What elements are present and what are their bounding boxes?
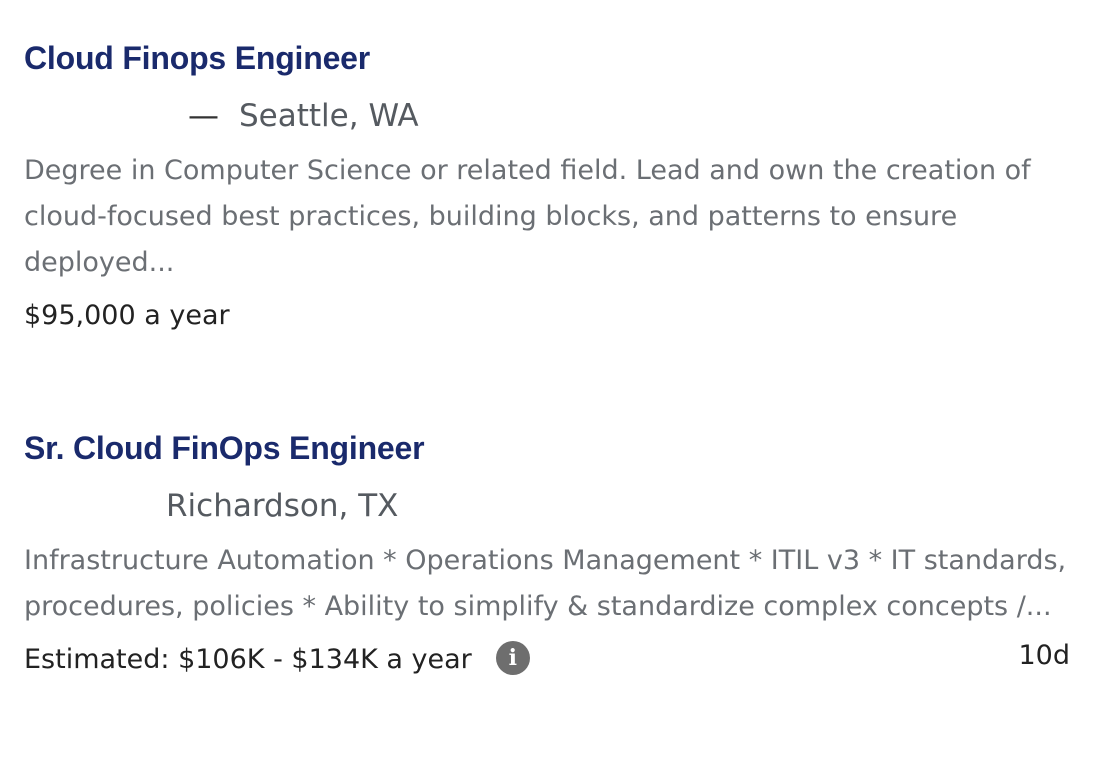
job-snippet: Degree in Computer Science or related fi… xyxy=(24,155,1031,278)
info-icon[interactable]: i xyxy=(495,640,530,675)
location-separator: — xyxy=(188,98,219,134)
job-title-link[interactable]: Cloud Finops Engineer xyxy=(24,36,1084,80)
job-salary: $95,000 a year xyxy=(24,300,230,331)
job-snippet: Infrastructure Automation * Operations M… xyxy=(24,545,1067,622)
job-location-row: Richardson, TX xyxy=(24,484,1084,528)
job-location-row: — Seattle, WA xyxy=(24,94,1084,138)
posted-age: 10d xyxy=(1018,640,1071,671)
job-title-link[interactable]: Sr. Cloud FinOps Engineer xyxy=(24,426,1084,470)
salary-row: $95,000 a year xyxy=(24,294,1084,338)
salary-row: Estimated: $106K - $134K a year i 10d xyxy=(24,638,1084,682)
job-location: Seattle, WA xyxy=(239,98,419,134)
job-listing[interactable]: Cloud Finops Engineer — Seattle, WA Degr… xyxy=(24,36,1084,338)
job-location: Richardson, TX xyxy=(166,488,399,524)
job-listing[interactable]: Sr. Cloud FinOps Engineer Richardson, TX… xyxy=(24,426,1084,682)
job-salary-estimate: Estimated: $106K - $134K a year xyxy=(24,644,472,675)
